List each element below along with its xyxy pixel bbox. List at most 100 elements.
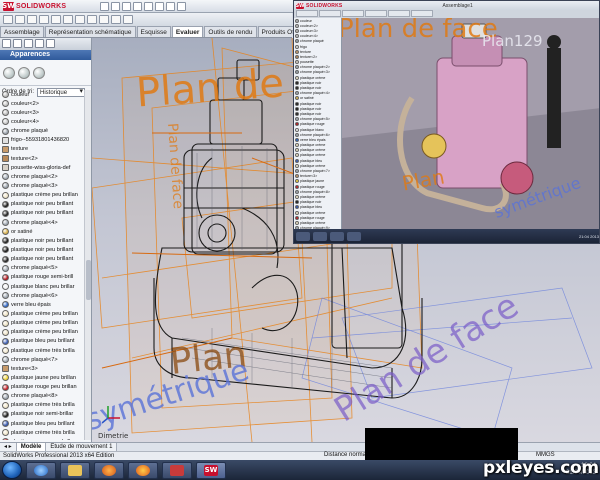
appearance-item[interactable]: chrome plaqué<8>	[0, 392, 84, 401]
inset-swatch-icon	[295, 65, 299, 70]
sensor-icon[interactable]	[111, 15, 121, 24]
rebuild-icon[interactable]	[166, 1, 176, 11]
compare-icon[interactable]	[99, 15, 109, 24]
undo-icon[interactable]	[144, 1, 154, 11]
appearance-item[interactable]: plastique crème peu brillan	[0, 309, 84, 318]
clearance-icon[interactable]	[51, 15, 61, 24]
display-tab-icon[interactable]	[46, 39, 55, 48]
appearance-item[interactable]: plastique bleu peu brillant	[0, 337, 84, 346]
appearance-item[interactable]: plastique rouge semi-brill	[0, 273, 84, 282]
redacted-area	[365, 428, 518, 461]
inset-swatch-icon	[295, 28, 299, 33]
appearance-item[interactable]: plastique rouge peu brilla	[0, 437, 84, 440]
appearance-item[interactable]: plastique noir peu brillant	[0, 236, 84, 245]
appearance-item[interactable]: plastique blanc peu brillar	[0, 282, 84, 291]
appearance-item[interactable]: couleur<2>	[0, 99, 84, 108]
config-tab-icon[interactable]	[24, 39, 33, 48]
appearance-item[interactable]: plastique crème peu brillan	[0, 191, 84, 200]
appearance-item[interactable]: plastique jaune peu brillan	[0, 373, 84, 382]
appearance-item[interactable]: chrome plaqué<6>	[0, 291, 84, 300]
appearance-item[interactable]: plastique noir semi-brillar	[0, 410, 84, 419]
scene-icon[interactable]	[33, 66, 45, 79]
select-icon[interactable]	[155, 1, 165, 11]
dimxpert-tab-icon[interactable]	[35, 39, 44, 48]
hole-alignment-icon[interactable]	[63, 15, 73, 24]
new-file-icon[interactable]	[100, 1, 110, 11]
tab-outils-rendu[interactable]: Outils de rendu	[204, 26, 257, 37]
taskbar-solidworks[interactable]: SW	[196, 461, 226, 479]
inset-item-label: texture<2>	[300, 54, 318, 59]
appearance-item[interactable]: texture	[0, 145, 84, 154]
statistics-icon[interactable]	[123, 15, 133, 24]
appearance-item[interactable]: plastique crème très brilla	[0, 401, 84, 410]
appearance-item[interactable]: frigo--55931801436820	[0, 136, 84, 145]
interference-icon[interactable]	[39, 15, 49, 24]
inset-item-label: couleur<2>	[300, 23, 318, 28]
panel-scrollbar[interactable]	[84, 90, 91, 440]
appearance-item[interactable]: plastique noir peu brillant	[0, 209, 84, 218]
appearance-item-label: pousette-wiss-gloria-def	[11, 164, 71, 171]
appearance-item[interactable]: plastique crème très brilla	[0, 346, 84, 355]
mass-properties-icon[interactable]	[15, 15, 25, 24]
geometry-analysis-icon[interactable]	[75, 15, 85, 24]
appearance-item[interactable]: couleur	[0, 90, 84, 99]
appearance-item[interactable]: chrome plaqué	[0, 127, 84, 136]
appearance-item[interactable]: couleur<3>	[0, 108, 84, 117]
tab-assemblage[interactable]: Assemblage	[0, 26, 44, 37]
appearance-item[interactable]: plastique bleu peu brillant	[0, 419, 84, 428]
tab-modele[interactable]: Modèle	[16, 443, 47, 451]
tab-esquisse[interactable]: Esquisse	[136, 26, 171, 37]
appearance-item[interactable]: chrome plaqué<7>	[0, 355, 84, 364]
open-file-icon[interactable]	[111, 1, 121, 11]
appearance-item[interactable]: chrome plaqué<4>	[0, 218, 84, 227]
view-triad-icon[interactable]	[102, 404, 122, 424]
tab-representation[interactable]: Représentation schématique	[44, 26, 136, 37]
appearance-item-label: plastique noir peu brillant	[11, 210, 74, 217]
appearance-item[interactable]: plastique noir peu brillant	[0, 255, 84, 264]
symmetry-icon[interactable]	[87, 15, 97, 24]
save-icon[interactable]	[122, 1, 132, 11]
appearance-item[interactable]: texture<3>	[0, 364, 84, 373]
appearance-item[interactable]: couleur<4>	[0, 117, 84, 126]
appearance-sphere-icon	[2, 200, 9, 208]
appearance-item[interactable]: chrome plaqué<2>	[0, 172, 84, 181]
appearance-sphere-icon	[2, 410, 9, 418]
brand[interactable]: SW SOLIDWORKS	[0, 0, 72, 13]
inset-panel: couleur couleur<2> couleur<3> couleur<4> chr…	[294, 18, 342, 231]
start-button[interactable]	[2, 461, 22, 479]
appearance-item[interactable]: chrome plaqué<5>	[0, 264, 84, 273]
appearance-sphere-icon[interactable]	[3, 66, 15, 79]
print-icon[interactable]	[133, 1, 143, 11]
inset-swatch-icon	[295, 194, 299, 199]
section-icon[interactable]	[27, 15, 37, 24]
nav-arrows[interactable]: ◂ ▸	[0, 443, 17, 451]
feature-tree-tab-icon[interactable]	[2, 39, 11, 48]
measure-icon[interactable]	[3, 15, 13, 24]
decal-icon[interactable]	[18, 66, 30, 79]
appearance-item[interactable]: chrome plaqué<3>	[0, 181, 84, 190]
taskbar-explorer[interactable]	[60, 461, 90, 479]
appearance-item[interactable]: plastique crème peu brillan	[0, 319, 84, 328]
appearance-item[interactable]: verre bleu épais	[0, 300, 84, 309]
options-icon[interactable]	[177, 1, 187, 11]
appearance-item[interactable]: plastique crème très brilla	[0, 428, 84, 437]
tab-evaluer[interactable]: Evaluer	[171, 26, 204, 37]
appearance-item[interactable]: texture<2>	[0, 154, 84, 163]
panel-scroll-thumb[interactable]	[86, 260, 91, 300]
taskbar-firefox[interactable]	[128, 461, 158, 479]
appearance-item[interactable]: plastique rouge peu brillan	[0, 383, 84, 392]
tab-motion-study[interactable]: Etude de mouvement 1	[46, 443, 118, 451]
appearance-item[interactable]: plastique noir peu brillant	[0, 200, 84, 209]
taskbar-ie[interactable]	[26, 461, 56, 479]
appearance-item[interactable]: or satiné	[0, 227, 84, 236]
appearance-item[interactable]: plastique crème peu brillan	[0, 328, 84, 337]
appearance-item[interactable]: plastique noir peu brillant	[0, 245, 84, 254]
taskbar-media[interactable]	[94, 461, 124, 479]
property-tab-icon[interactable]	[13, 39, 22, 48]
appearance-item-label: or satiné	[11, 228, 33, 235]
inset-swatch-icon	[295, 23, 299, 28]
taskbar-app[interactable]	[162, 461, 192, 479]
appearance-item-label: texture	[11, 146, 29, 153]
appearance-item[interactable]: pousette-wiss-gloria-def	[0, 163, 84, 172]
appearance-item-label: plastique jaune peu brillan	[11, 374, 76, 381]
